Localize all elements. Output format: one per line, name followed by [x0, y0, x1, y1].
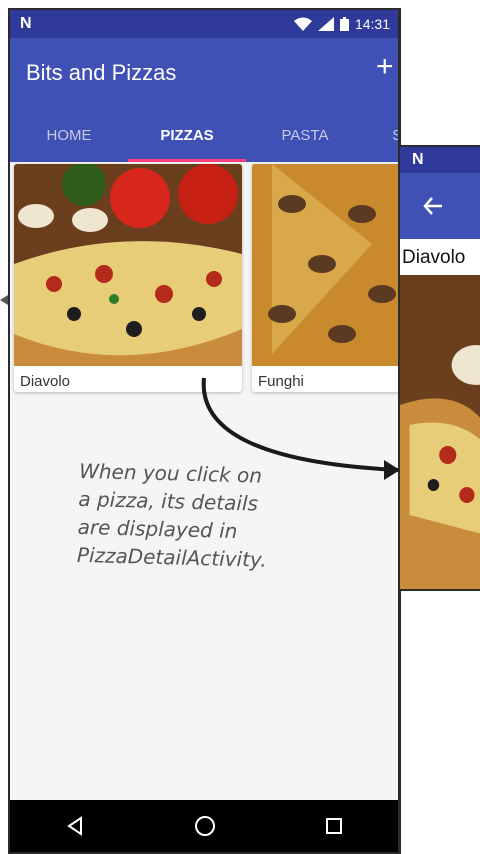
tab-stores[interactable]: STORES [364, 114, 398, 162]
pizza-detail-screen: N Diavolo [398, 145, 480, 591]
status-bar: N 14:31 [10, 10, 398, 38]
app-bar [400, 173, 480, 239]
notification-icon: N [20, 15, 32, 32]
arrow-left-icon[interactable] [422, 195, 444, 217]
home-circle-icon[interactable] [194, 815, 216, 837]
pizza-image [252, 164, 398, 366]
annotation-note: When you click on a pizza, its details a… [77, 457, 320, 575]
add-icon[interactable]: + [376, 52, 394, 82]
pizza-card-funghi[interactable]: Funghi [252, 164, 398, 392]
battery-icon [339, 17, 349, 31]
navigation-bar [10, 800, 398, 852]
back-triangle-icon[interactable] [65, 816, 85, 836]
tab-pizzas[interactable]: PIZZAS [128, 114, 246, 162]
status-time: 14:31 [354, 16, 390, 32]
tab-home[interactable]: HOME [10, 114, 128, 162]
signal-icon [317, 17, 334, 31]
notification-icon: N [412, 151, 424, 168]
app-title: Bits and Pizzas [26, 60, 177, 85]
tab-bar: HOME PIZZAS PASTA STORES [10, 114, 398, 162]
status-bar: N [400, 147, 480, 173]
wifi-icon [293, 17, 312, 31]
tab-pasta[interactable]: PASTA [246, 114, 364, 162]
pizza-name: Diavolo [20, 373, 71, 390]
detail-pizza-name: Diavolo [402, 247, 466, 268]
app-bar: Bits and Pizzas + [10, 38, 398, 114]
pizza-image [14, 164, 242, 366]
recents-square-icon[interactable] [325, 817, 343, 835]
phone-screen: N 14:31 Bits and Pizzas + HOME PIZZAS PA… [8, 8, 401, 854]
pizza-card-diavolo[interactable]: Diavolo [14, 164, 242, 392]
pizza-name: Funghi [258, 373, 304, 390]
detail-pizza-image [400, 275, 480, 589]
